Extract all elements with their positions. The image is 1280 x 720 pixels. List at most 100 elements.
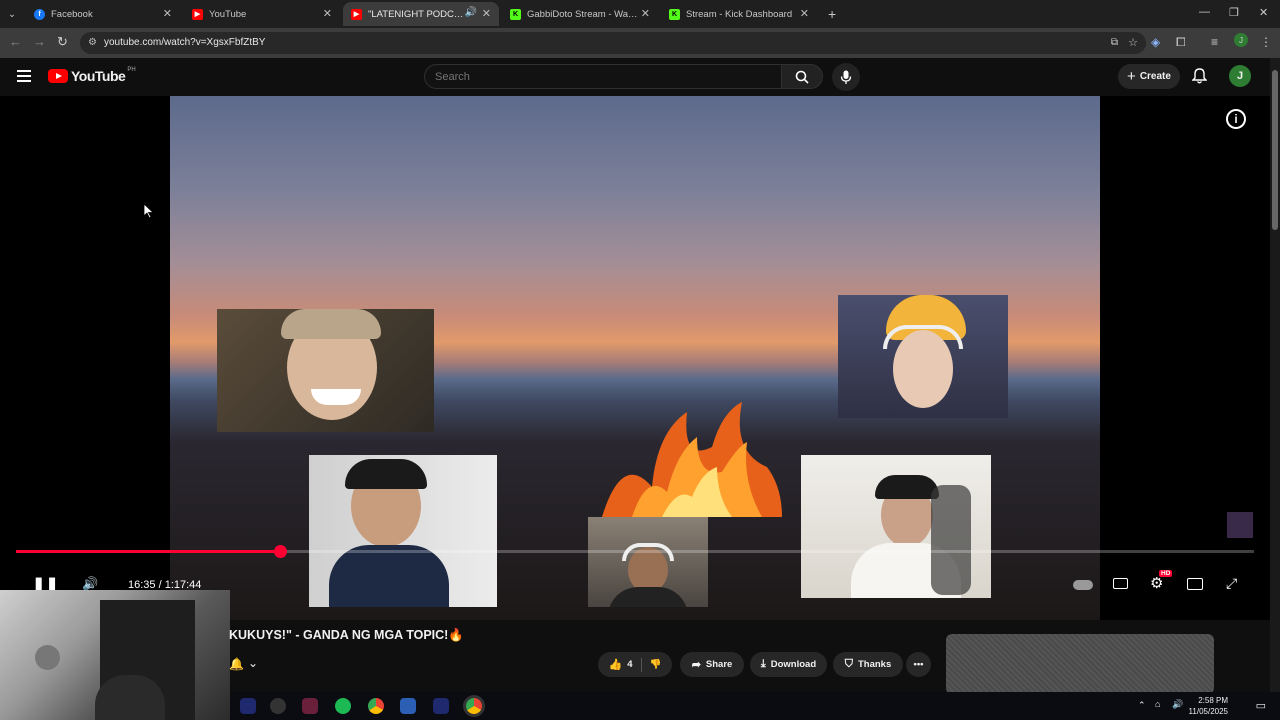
- download-button[interactable]: ⤓ Download: [750, 652, 827, 677]
- video-player[interactable]: i ❚❚ 🔊 16:35 / 1:17:44 ⚙ HD ⤢: [0, 96, 1270, 620]
- search-button[interactable]: [781, 64, 823, 89]
- progress-scrubber[interactable]: [273, 545, 287, 558]
- subtitles-icon[interactable]: [1113, 578, 1128, 589]
- thumbs-down-icon[interactable]: 👎: [650, 659, 662, 670]
- url-text: youtube.com/watch?v=XgsxFbfZtBY: [104, 37, 266, 48]
- autoplay-toggle[interactable]: [1073, 580, 1093, 590]
- scrollbar-thumb[interactable]: [1272, 70, 1278, 230]
- download-label: Download: [770, 659, 817, 670]
- spotify-icon[interactable]: [335, 698, 351, 714]
- bell-icon: [1191, 68, 1208, 84]
- menu-icon[interactable]: [17, 70, 31, 82]
- facebook-icon: f: [34, 8, 45, 20]
- campfire-graphic: [602, 402, 782, 517]
- forward-arrow-icon[interactable]: →: [33, 34, 46, 49]
- chevron-down-icon[interactable]: ⌄: [248, 656, 258, 670]
- vscode-icon[interactable]: [433, 698, 449, 714]
- bookmark-star-icon[interactable]: ☆: [1128, 36, 1138, 49]
- chrome-active-icon[interactable]: [466, 698, 482, 714]
- like-button[interactable]: 👍 4 👎: [598, 652, 672, 677]
- webcam-tile-host-3: [309, 455, 497, 607]
- install-app-icon[interactable]: ⧉: [1111, 37, 1118, 48]
- page-scrollbar[interactable]: [1270, 58, 1280, 692]
- youtube-header: YouTube PH + Create J: [0, 58, 1280, 96]
- file-icon[interactable]: [400, 698, 416, 714]
- youtube-play-logo-icon: [48, 69, 68, 83]
- tab-youtube[interactable]: ▶ YouTube ✕: [184, 2, 340, 26]
- close-window-icon[interactable]: ✕: [1259, 6, 1268, 19]
- close-icon[interactable]: ✕: [800, 7, 809, 20]
- tray-chevron-up-icon[interactable]: ⌃: [1138, 700, 1146, 711]
- minimize-icon[interactable]: —: [1199, 6, 1210, 18]
- progress-bar[interactable]: [16, 545, 1254, 558]
- address-bar[interactable]: ⚙ youtube.com/watch?v=XgsxFbfZtBY ⧉ ☆: [80, 32, 1146, 54]
- tab-label: Facebook: [51, 8, 93, 20]
- fullscreen-icon[interactable]: ⤢: [1226, 575, 1237, 592]
- tab-label: "LATENIGHT PODCAST with: [368, 8, 464, 20]
- restore-icon[interactable]: ❐: [1229, 6, 1239, 19]
- tab-facebook[interactable]: f Facebook ✕: [26, 2, 180, 26]
- youtube-icon: ▶: [351, 8, 362, 20]
- windows-taskbar: ⌃ ⌂ 🔊 2:58 PM 11/05/2025 ▭: [230, 692, 1280, 720]
- more-actions-button[interactable]: •••: [906, 652, 931, 677]
- system-clock[interactable]: 2:58 PM 11/05/2025: [1189, 695, 1228, 717]
- recommended-card[interactable]: [946, 634, 1214, 694]
- close-icon[interactable]: ✕: [323, 7, 332, 20]
- webcam-tile-host-1: [217, 309, 434, 432]
- thumbs-up-icon: 👍: [608, 659, 623, 671]
- tab-label: YouTube: [209, 8, 247, 20]
- channel-watermark[interactable]: [1227, 512, 1253, 538]
- reload-icon[interactable]: ↻: [57, 34, 68, 50]
- youtube-logo[interactable]: YouTube PH: [48, 67, 136, 84]
- tray-volume-icon[interactable]: 🔊: [1172, 699, 1183, 710]
- notifications-button[interactable]: [1191, 68, 1208, 89]
- tab-gabbidoto-stream[interactable]: K GabbiDoto Stream - Watch Live ✕: [502, 2, 658, 26]
- video-frame[interactable]: [170, 96, 1100, 620]
- info-icon[interactable]: i: [1226, 109, 1246, 129]
- theater-mode-icon[interactable]: [1187, 578, 1203, 590]
- app-icon[interactable]: [302, 698, 318, 714]
- more-vert-icon[interactable]: ⋮: [1260, 35, 1272, 49]
- media-control-icon[interactable]: ≡: [1211, 35, 1218, 49]
- close-icon[interactable]: ✕: [641, 7, 650, 20]
- obs-icon[interactable]: [270, 698, 286, 714]
- tab-latenight-podcast[interactable]: ▶ "LATENIGHT PODCAST with 🔊 ✕: [343, 2, 499, 26]
- tab-kick-dashboard[interactable]: K Stream - Kick Dashboard ✕: [661, 2, 817, 26]
- more-horiz-icon: •••: [913, 659, 924, 670]
- tab-search-button[interactable]: ⌄: [4, 2, 24, 26]
- plus-icon: +: [1127, 68, 1136, 85]
- vscode-icon[interactable]: [240, 698, 256, 714]
- download-icon: ⤓: [760, 658, 766, 670]
- share-arrow-icon: ➦: [691, 659, 701, 671]
- tray-network-icon[interactable]: ⌂: [1155, 699, 1160, 709]
- create-label: Create: [1139, 71, 1171, 82]
- search-input[interactable]: [435, 71, 735, 83]
- create-button[interactable]: + Create: [1118, 64, 1180, 89]
- close-icon[interactable]: ✕: [163, 7, 172, 20]
- browser-toolbar: ← → ↻ ⚙ youtube.com/watch?v=XgsxFbfZtBY …: [0, 28, 1280, 58]
- progress-played: [16, 550, 280, 553]
- close-icon[interactable]: ✕: [482, 7, 491, 20]
- search-box[interactable]: [424, 64, 782, 89]
- thanks-button[interactable]: ⛉ Thanks: [833, 652, 903, 677]
- webcam-tile-host-5: [801, 455, 991, 598]
- account-avatar[interactable]: J: [1229, 65, 1251, 87]
- notification-center-icon[interactable]: ▭: [1256, 699, 1266, 712]
- speaker-icon[interactable]: 🔊: [465, 7, 477, 18]
- picture-in-picture-webcam[interactable]: [0, 590, 230, 720]
- notification-bell-icon[interactable]: 🔔: [229, 657, 244, 671]
- share-button[interactable]: ➦ Share: [680, 652, 744, 677]
- new-tab-button[interactable]: +: [820, 2, 840, 26]
- voice-search-button[interactable]: [832, 63, 860, 91]
- back-arrow-icon[interactable]: ←: [9, 34, 22, 49]
- profile-avatar-icon[interactable]: J: [1234, 33, 1248, 47]
- puzzle-icon[interactable]: ⧠: [1176, 35, 1186, 50]
- logo-text: YouTube: [71, 68, 126, 84]
- share-label: Share: [705, 659, 733, 670]
- site-info-icon[interactable]: ⚙: [88, 37, 97, 48]
- extension-icon[interactable]: ◈: [1151, 35, 1160, 49]
- chrome-icon[interactable]: [368, 698, 384, 714]
- region-code: PH: [127, 67, 136, 73]
- browser-tab-strip: ⌄ f Facebook ✕ ▶ YouTube ✕ ▶ "LATENIGHT …: [0, 0, 1280, 28]
- microphone-icon: [840, 70, 852, 84]
